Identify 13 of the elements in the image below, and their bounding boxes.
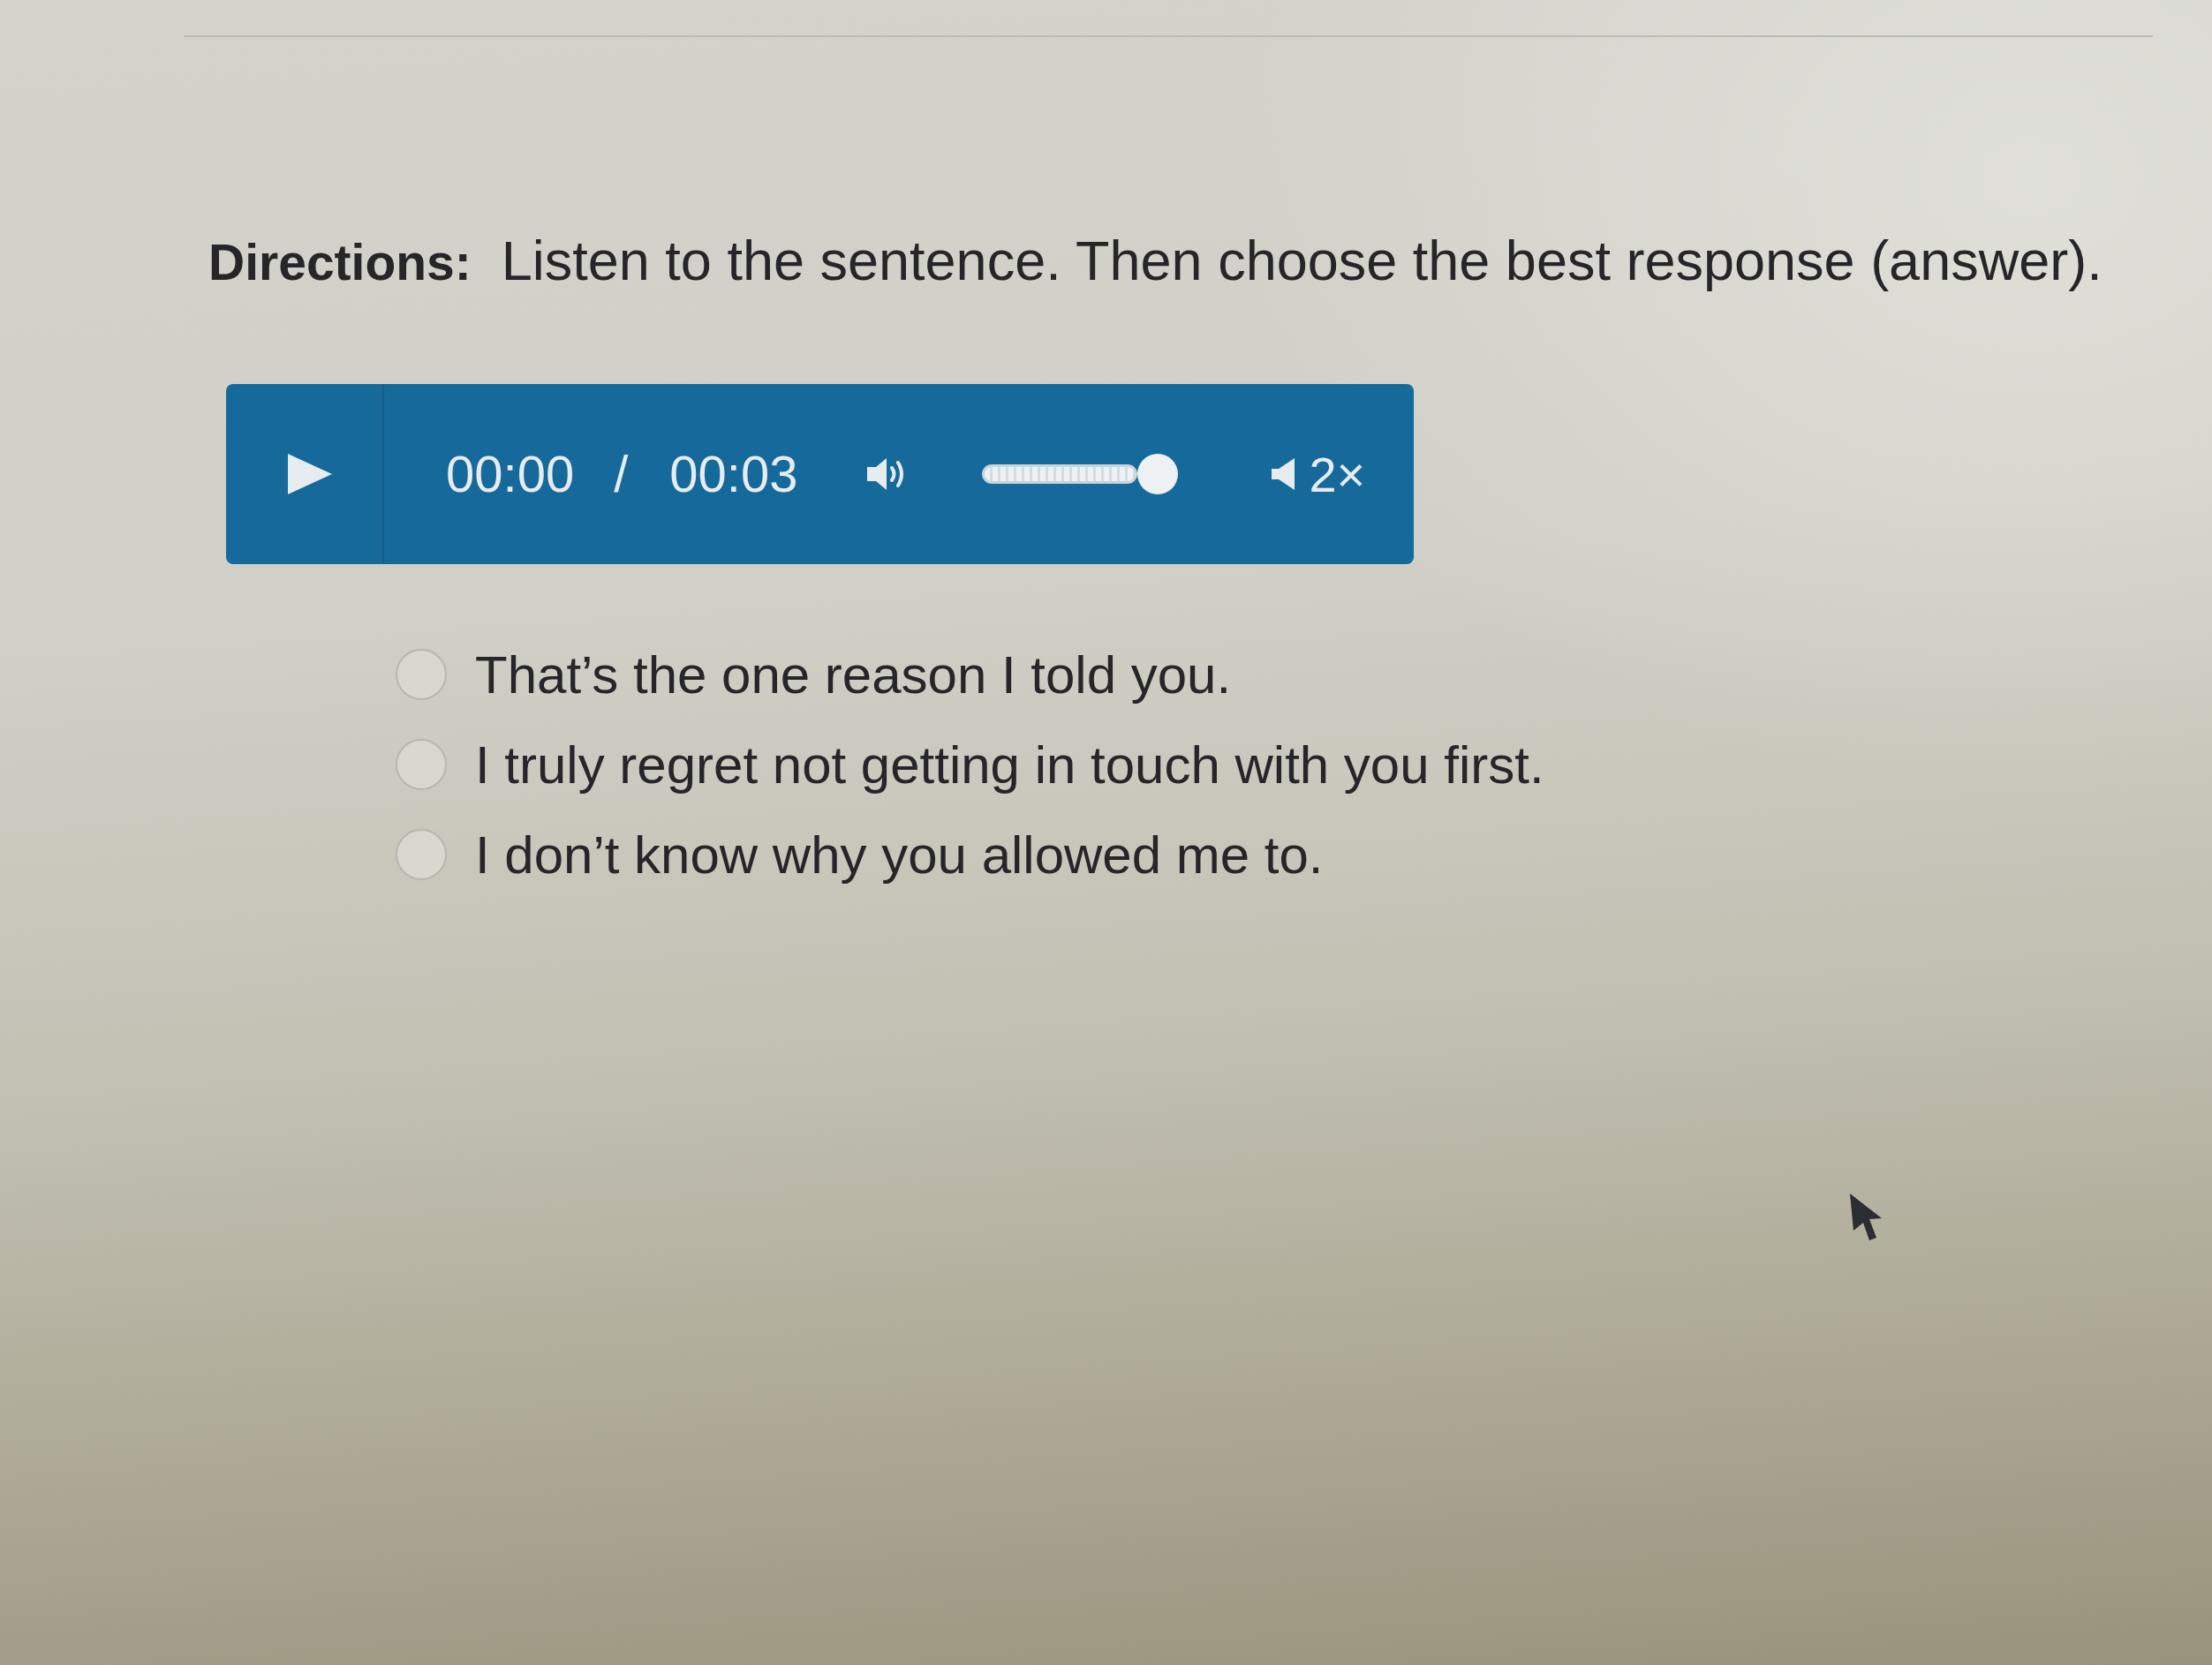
radio-button[interactable]	[396, 649, 447, 700]
slider-thumb[interactable]	[1137, 454, 1179, 494]
directions-text: Listen to the sentence. Then choose the best response (answer).	[501, 229, 2103, 293]
speaker-icon	[1270, 457, 1297, 491]
time-separator: /	[614, 448, 629, 500]
current-time: 00:00	[446, 448, 575, 500]
option-text: That’s the one reason I told you.	[475, 644, 1232, 705]
duration-time: 00:03	[669, 448, 798, 500]
speed-button[interactable]: 2×	[1270, 445, 1366, 503]
mouse-pointer-icon	[1848, 1192, 1884, 1241]
directions-label: Directions:	[208, 233, 472, 292]
option-text: I don’t know why you allowed me to.	[475, 824, 1324, 885]
option-text: I truly regret not getting in touch with you first.	[475, 734, 1544, 795]
